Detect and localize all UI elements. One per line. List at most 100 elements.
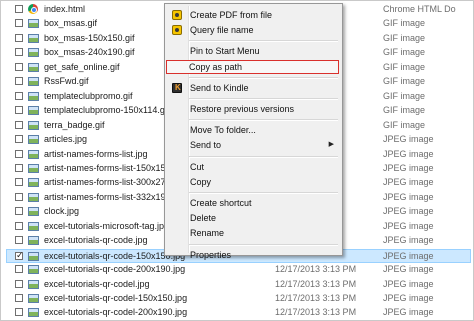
file-row[interactable]: excel-tutorials-qr-codel.jpg 12/17/2013 3… (7, 278, 471, 292)
menu-item-move-to-folder[interactable]: Move To folder... (167, 123, 340, 137)
image-file-icon (28, 19, 39, 29)
image-file-icon (28, 48, 39, 58)
file-type: JPEG image (383, 206, 434, 217)
file-row[interactable]: excel-tutorials-qr-codel-200x190.jpg 12/1… (7, 306, 471, 320)
menu-separator (189, 40, 338, 43)
row-checkbox[interactable] (15, 149, 23, 158)
file-type: GIF image (383, 32, 426, 43)
row-checkbox[interactable] (15, 62, 23, 71)
file-type: JPEG image (383, 264, 434, 275)
menu-separator (189, 98, 338, 100)
menu-item-label: Pin to Start Menu (190, 46, 260, 57)
row-checkbox[interactable] (15, 192, 23, 201)
file-type: JPEG image (383, 250, 434, 261)
image-file-icon (28, 135, 39, 145)
image-file-icon (28, 106, 39, 116)
row-checkbox[interactable] (15, 178, 23, 187)
row-checkbox[interactable] (15, 236, 23, 245)
file-name: excel-tutorials-qr-codel-150x150.jpg (44, 293, 188, 303)
menu-item-label: Restore previous versions (190, 104, 295, 114)
file-type: GIF image (383, 119, 426, 130)
file-row[interactable]: excel-tutorials-qr-code-200x190.jpg 12/17… (7, 263, 471, 277)
file-type: GIF image (383, 18, 426, 29)
row-checkbox[interactable] (15, 221, 23, 230)
image-file-icon (28, 62, 39, 72)
menu-item-label: Send to (190, 140, 222, 151)
menu-item-label: Query file name (190, 25, 254, 36)
menu-item-label: Send to Kindle (190, 82, 249, 93)
menu-item-properties[interactable]: Properties (167, 248, 340, 262)
row-checkbox[interactable] (15, 308, 23, 317)
image-file-icon (28, 149, 39, 159)
file-date: 12/17/2013 3:13 PM (275, 264, 357, 275)
row-checkbox[interactable] (15, 120, 23, 129)
submenu-arrow-icon: ▶ (328, 141, 334, 149)
file-name: index.html (44, 4, 86, 14)
menu-item-send-to[interactable]: Send to ▶ (167, 138, 340, 152)
menu-item-label: Rename (190, 228, 225, 239)
row-checkbox[interactable] (15, 91, 23, 100)
file-name: articles.jpg (44, 134, 88, 145)
menu-item-restore-previous-versions[interactable]: Restore previous versions (167, 102, 340, 116)
menu-item-label: Copy as path (189, 61, 243, 72)
row-checkbox[interactable] (15, 135, 23, 144)
image-file-icon (28, 77, 39, 87)
image-file-icon (28, 91, 39, 101)
menu-item-rename[interactable]: Rename (167, 226, 340, 240)
row-checkbox[interactable] (15, 294, 23, 302)
row-checkbox[interactable] (15, 265, 23, 274)
image-file-icon (28, 120, 39, 130)
image-file-icon (28, 163, 39, 173)
image-file-icon (28, 33, 39, 43)
menu-separator (189, 119, 338, 122)
file-name: box_msas-150x150.gif (44, 32, 135, 43)
menu-item-create-pdf-from-file[interactable]: Create PDF from file (167, 8, 340, 22)
row-checkbox[interactable] (15, 19, 23, 28)
row-checkbox[interactable] (15, 48, 23, 57)
file-row[interactable]: excel-tutorials-qr-codel-150x150.jpg 12/1… (7, 292, 471, 306)
file-type: GIF image (383, 105, 426, 116)
file-type: JPEG image (383, 162, 434, 173)
menu-item-create-shortcut[interactable]: Create shortcut (167, 196, 340, 210)
image-file-icon (28, 251, 39, 261)
image-file-icon (28, 192, 39, 202)
row-checkbox[interactable] (15, 163, 23, 172)
menu-item-label: Copy (190, 176, 212, 187)
row-checkbox[interactable] (15, 33, 23, 42)
menu-item-copy-as-path[interactable]: Copy as path (166, 59, 339, 74)
menu-item-delete[interactable]: Delete (167, 211, 340, 225)
file-type: JPEG image (383, 177, 434, 188)
row-checkbox[interactable] (15, 250, 24, 261)
file-type: Chrome HTML Do (383, 4, 456, 14)
row-checkbox[interactable] (15, 207, 23, 216)
menu-item-label: Create shortcut (190, 198, 252, 208)
menu-separator (189, 76, 338, 79)
menu-item-send-to-kindle[interactable]: Send to Kindle (167, 81, 340, 95)
image-file-icon (28, 236, 39, 246)
file-type: GIF image (383, 90, 426, 101)
file-name: box_msas-240x190.gif (44, 47, 135, 58)
file-type: GIF image (383, 76, 426, 87)
file-type: JPEG image (383, 191, 434, 202)
image-file-icon (28, 308, 39, 318)
file-name: artist-names-forms-list.jpg (44, 148, 148, 159)
row-checkbox[interactable] (15, 279, 23, 288)
menu-item-pin-to-start-menu[interactable]: Pin to Start Menu (167, 44, 340, 58)
file-type: JPEG image (383, 307, 434, 318)
file-name: clock.jpg (44, 206, 80, 217)
file-type: JPEG image (383, 235, 434, 246)
kindle-icon (172, 82, 182, 93)
image-file-icon (28, 207, 39, 217)
chrome-icon (28, 4, 38, 14)
row-checkbox[interactable] (15, 5, 23, 13)
menu-item-cut[interactable]: Cut (167, 160, 340, 174)
file-type: JPEG image (383, 293, 434, 303)
image-file-icon (28, 178, 39, 188)
menu-separator (189, 192, 338, 194)
row-checkbox[interactable] (15, 106, 23, 115)
menu-item-query-file-name[interactable]: Query file name (167, 23, 340, 37)
file-name: excel-tutorials-microsoft-tag.jpg (44, 220, 170, 231)
file-date: 12/17/2013 3:13 PM (275, 293, 357, 303)
row-checkbox[interactable] (15, 77, 23, 86)
menu-item-copy[interactable]: Copy (167, 175, 340, 189)
